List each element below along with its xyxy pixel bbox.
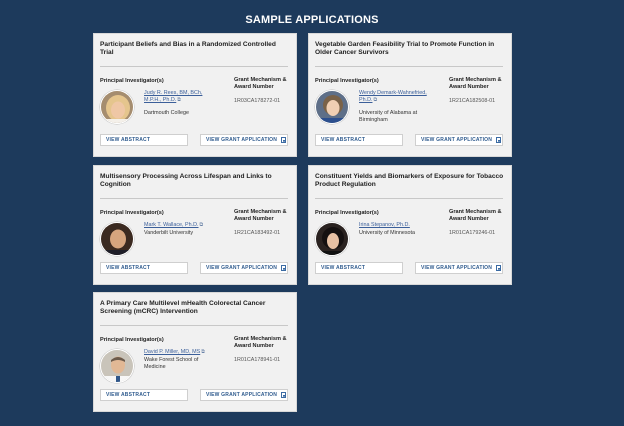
award-number: 1R01CA179246-01 — [449, 230, 496, 236]
button-label: VIEW GRANT APPLICATION — [206, 137, 278, 143]
card-divider — [315, 198, 503, 199]
avatar — [315, 90, 349, 124]
view-grant-application-button[interactable]: VIEW GRANT APPLICATION — [415, 134, 503, 146]
card-title: Constituent Yields and Biomarkers of Exp… — [315, 173, 504, 189]
grant-mechanism-label: Grant Mechanism & Award Number — [234, 77, 287, 90]
pi-institution: Vanderbilt University — [144, 230, 194, 236]
external-link-icon: ⧉ — [177, 96, 181, 103]
button-label: VIEW ABSTRACT — [321, 137, 366, 143]
card-divider — [100, 66, 288, 67]
grant-mechanism-label: Grant Mechanism & Award Number — [234, 209, 287, 222]
pi-name-text: Judy R. Rees, BM, BCh, M.P.H., Ph.D. — [144, 90, 203, 103]
view-abstract-button[interactable]: VIEW ABSTRACT — [100, 134, 188, 146]
view-abstract-button[interactable]: VIEW ABSTRACT — [100, 262, 188, 274]
external-link-icon: ⧉ — [373, 96, 378, 103]
avatar — [100, 349, 134, 383]
document-icon — [496, 265, 502, 271]
grant-mechanism-label: Grant Mechanism & Award Number — [234, 336, 287, 349]
card-title: Participant Beliefs and Bias in a Random… — [100, 41, 276, 57]
pi-institution: Dartmouth College — [144, 110, 189, 116]
award-number: 1R21CA183492-01 — [234, 230, 281, 236]
view-grant-application-button[interactable]: VIEW GRANT APPLICATION — [200, 262, 288, 274]
pi-name-text: David P. Miller, MD, MS — [144, 349, 201, 355]
application-card: Vegetable Garden Feasibility Trial to Pr… — [308, 33, 512, 157]
external-link-icon: ⧉ — [201, 349, 205, 355]
application-card: Constituent Yields and Biomarkers of Exp… — [308, 165, 512, 285]
award-number: 1R03CA178272-01 — [234, 98, 281, 104]
avatar — [315, 222, 349, 256]
card-divider — [100, 325, 288, 326]
pi-name-text: Wendy Demark-Wahnefried, Ph.D. — [359, 90, 427, 103]
grant-mechanism-label: Grant Mechanism & Award Number — [449, 77, 502, 90]
card-divider — [315, 66, 503, 67]
pi-institution: University of Alabama at Birmingham — [359, 110, 418, 123]
view-grant-application-button[interactable]: VIEW GRANT APPLICATION — [415, 262, 503, 274]
pi-institution: University of Minnesota — [359, 230, 416, 236]
external-link-icon: ⧉ — [199, 222, 204, 228]
button-label: VIEW ABSTRACT — [106, 392, 151, 398]
pi-name-text: Mark T. Wallace, Ph.D. — [144, 222, 199, 228]
card-title: Multisensory Processing Across Lifespan … — [100, 173, 272, 189]
button-label: VIEW ABSTRACT — [106, 265, 151, 271]
pi-name-link[interactable]: David P. Miller, MD, MS⧉ — [144, 349, 214, 356]
application-card: Multisensory Processing Across Lifespan … — [93, 165, 297, 285]
application-card: Participant Beliefs and Bias in a Random… — [93, 33, 297, 157]
pi-label: Principal Investigator(s) — [100, 210, 164, 216]
document-icon — [281, 392, 287, 398]
grant-mechanism-label: Grant Mechanism & Award Number — [449, 209, 502, 222]
application-card: A Primary Care Multilevel mHealth Colore… — [93, 292, 297, 412]
card-title: A Primary Care Multilevel mHealth Colore… — [100, 300, 266, 316]
button-label: VIEW GRANT APPLICATION — [421, 265, 493, 271]
pi-label: Principal Investigator(s) — [315, 78, 379, 84]
card-divider — [100, 198, 288, 199]
pi-name-link[interactable]: Wendy Demark-Wahnefried, Ph.D.⧉ — [359, 90, 429, 103]
button-label: VIEW GRANT APPLICATION — [206, 392, 278, 398]
award-number: 1R01CA178941-01 — [234, 357, 281, 363]
view-abstract-button[interactable]: VIEW ABSTRACT — [315, 262, 403, 274]
pi-label: Principal Investigator(s) — [100, 78, 164, 84]
pi-name-link[interactable]: Mark T. Wallace, Ph.D.⧉ — [144, 222, 214, 229]
award-number: 1R21CA182508-01 — [449, 98, 496, 104]
button-label: VIEW GRANT APPLICATION — [421, 137, 493, 143]
pi-name-text: Irina Stepanov, Ph.D. — [359, 222, 410, 228]
document-icon — [281, 137, 287, 143]
pi-institution: Wake Forest School of Medicine — [144, 357, 199, 370]
pi-name-link[interactable]: Irina Stepanov, Ph.D. — [359, 222, 429, 229]
view-abstract-button[interactable]: VIEW ABSTRACT — [100, 389, 188, 401]
pi-name-link[interactable]: Judy R. Rees, BM, BCh, M.P.H., Ph.D.⧉ — [144, 90, 214, 103]
pi-label: Principal Investigator(s) — [100, 337, 164, 343]
button-label: VIEW ABSTRACT — [321, 265, 366, 271]
view-abstract-button[interactable]: VIEW ABSTRACT — [315, 134, 403, 146]
button-label: VIEW GRANT APPLICATION — [206, 265, 278, 271]
view-grant-application-button[interactable]: VIEW GRANT APPLICATION — [200, 389, 288, 401]
section-title: SAMPLE APPLICATIONS — [245, 14, 379, 26]
pi-label: Principal Investigator(s) — [315, 210, 379, 216]
avatar — [100, 222, 134, 256]
button-label: VIEW ABSTRACT — [106, 137, 151, 143]
view-grant-application-button[interactable]: VIEW GRANT APPLICATION — [200, 134, 288, 146]
document-icon — [496, 137, 502, 143]
card-title: Vegetable Garden Feasibility Trial to Pr… — [315, 41, 495, 57]
document-icon — [281, 265, 287, 271]
avatar — [100, 90, 134, 124]
